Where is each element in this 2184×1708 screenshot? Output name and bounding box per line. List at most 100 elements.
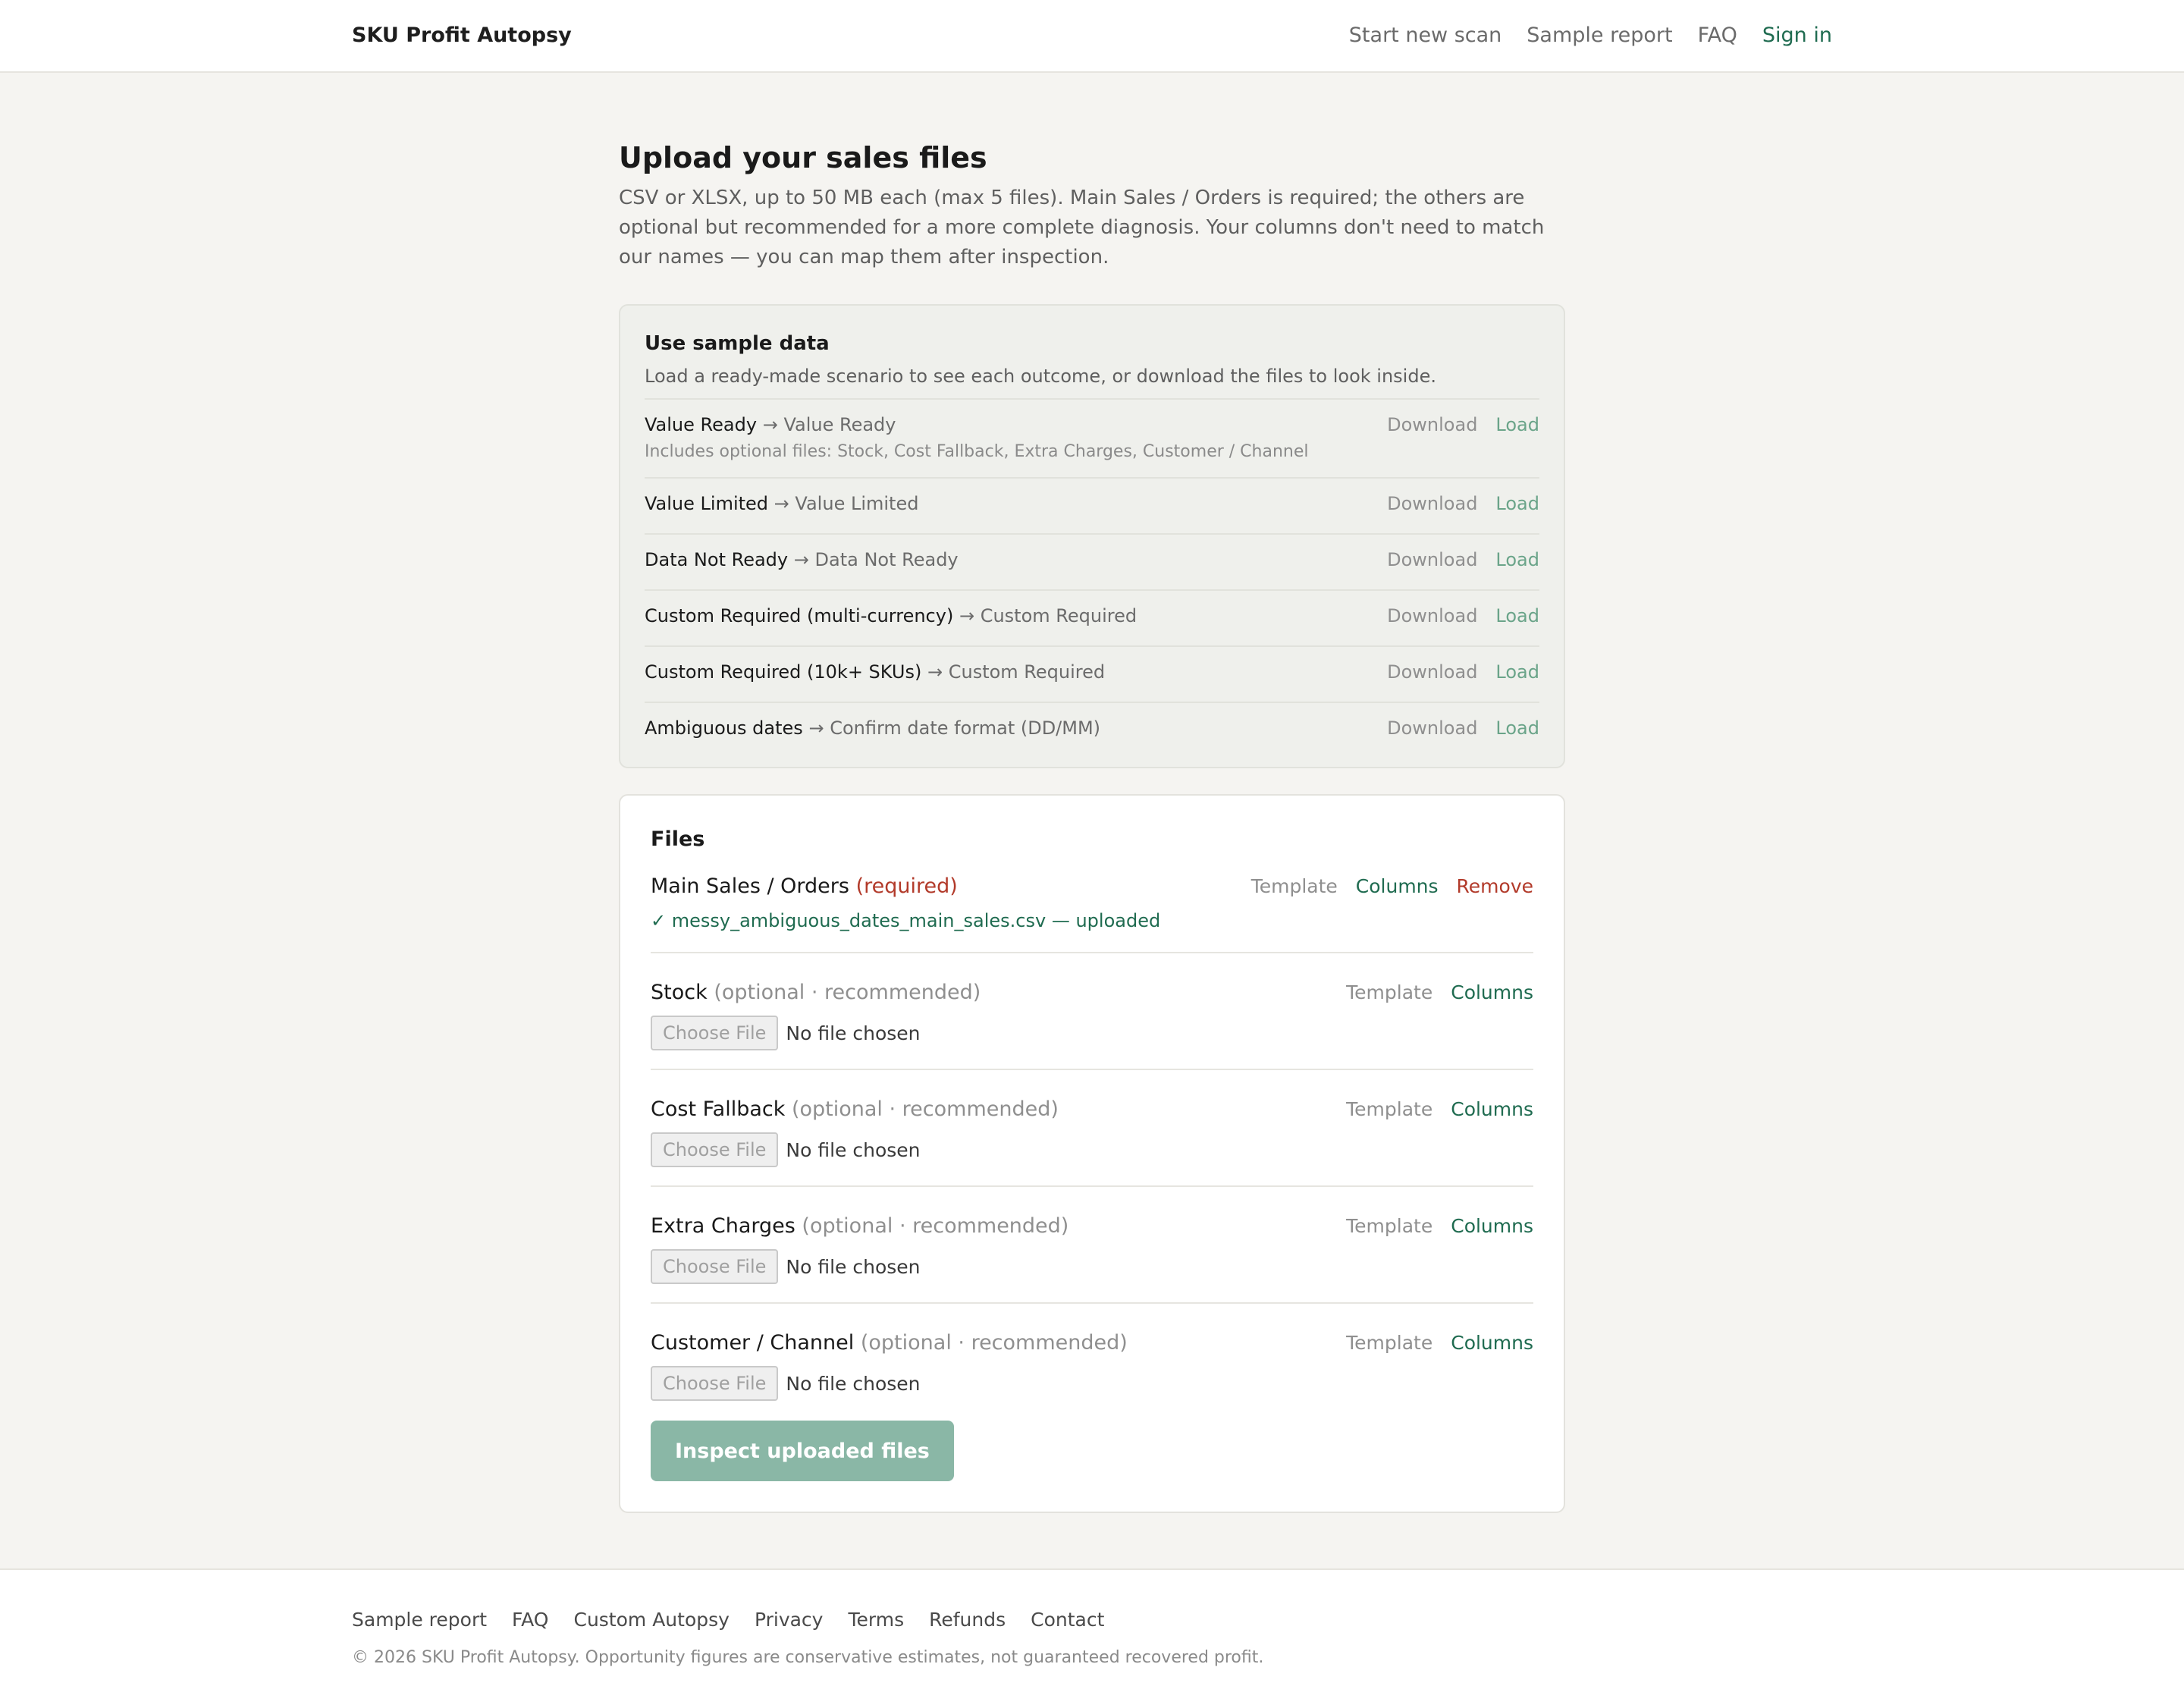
file-row-customer-channel: Customer / Channel (optional · recommend… bbox=[651, 1320, 1533, 1416]
scenario-outcome: Custom Required bbox=[980, 605, 1138, 626]
sign-in-link[interactable]: Sign in bbox=[1762, 21, 1832, 50]
scenario-row: Custom Required (10k+ SKUs) → Custom Req… bbox=[645, 645, 1539, 702]
nav-start-new-scan[interactable]: Start new scan bbox=[1349, 21, 1502, 50]
arrow-icon: → bbox=[808, 717, 824, 739]
file-label: Customer / Channel bbox=[651, 1331, 855, 1355]
top-bar: SKU Profit Autopsy Start new scan Sample… bbox=[0, 0, 2184, 73]
file-row-main-sales: Main Sales / Orders (required) Template … bbox=[651, 865, 1533, 953]
template-link[interactable]: Template bbox=[1346, 1094, 1432, 1125]
footer-link-contact[interactable]: Contact bbox=[1031, 1606, 1104, 1634]
file-label: Cost Fallback bbox=[651, 1097, 786, 1121]
scenario-outcome: Value Ready bbox=[783, 414, 896, 435]
scenario-load-link[interactable]: Load bbox=[1495, 714, 1539, 743]
no-file-text: No file chosen bbox=[786, 1255, 921, 1278]
optional-tag: (optional · recommended) bbox=[791, 1097, 1059, 1121]
file-label: Stock bbox=[651, 981, 708, 1004]
footer-link-custom-autopsy[interactable]: Custom Autopsy bbox=[573, 1606, 729, 1634]
scenario-download-link[interactable]: Download bbox=[1387, 545, 1477, 574]
scenario-row: Ambiguous dates → Confirm date format (D… bbox=[645, 702, 1539, 758]
file-row-cost-fallback: Cost Fallback (optional · recommended) T… bbox=[651, 1087, 1533, 1187]
arrow-icon: → bbox=[793, 549, 809, 570]
top-nav: Start new scan Sample report FAQ Sign in bbox=[1349, 21, 1832, 50]
file-row-stock: Stock (optional · recommended) Template … bbox=[651, 970, 1533, 1070]
footer: Sample report FAQ Custom Autopsy Privacy… bbox=[0, 1568, 2184, 1708]
no-file-text: No file chosen bbox=[786, 1022, 921, 1044]
sample-data-card: Use sample data Load a ready-made scenar… bbox=[619, 304, 1565, 768]
columns-link[interactable]: Columns bbox=[1356, 871, 1439, 902]
arrow-icon: → bbox=[959, 605, 975, 626]
scenario-name: Value Ready bbox=[645, 414, 758, 435]
columns-link[interactable]: Columns bbox=[1451, 1094, 1533, 1125]
scenario-outcome: Value Limited bbox=[795, 493, 919, 514]
nav-faq[interactable]: FAQ bbox=[1698, 21, 1737, 50]
files-card: Files Main Sales / Orders (required) Tem… bbox=[619, 794, 1565, 1513]
scenario-load-link[interactable]: Load bbox=[1495, 489, 1539, 518]
file-label: Extra Charges bbox=[651, 1214, 795, 1238]
choose-file-button[interactable]: Choose File bbox=[651, 1366, 779, 1401]
files-title: Files bbox=[651, 827, 705, 851]
scenario-load-link[interactable]: Load bbox=[1495, 545, 1539, 574]
scenario-name: Ambiguous dates bbox=[645, 717, 803, 739]
optional-tag: (optional · recommended) bbox=[802, 1214, 1069, 1238]
scenario-load-link[interactable]: Load bbox=[1495, 410, 1539, 439]
file-label: Main Sales / Orders bbox=[651, 874, 849, 898]
template-link[interactable]: Template bbox=[1251, 871, 1338, 902]
no-file-text: No file chosen bbox=[786, 1372, 921, 1395]
scenario-row: Value Ready → Value Ready Includes optio… bbox=[645, 398, 1539, 477]
footer-link-privacy[interactable]: Privacy bbox=[755, 1606, 824, 1634]
file-picker: Choose File No file chosen bbox=[651, 1016, 1533, 1050]
scenario-download-link[interactable]: Download bbox=[1387, 410, 1477, 439]
columns-link[interactable]: Columns bbox=[1451, 1328, 1533, 1358]
scenario-load-link[interactable]: Load bbox=[1495, 601, 1539, 630]
inspect-files-button[interactable]: Inspect uploaded files bbox=[651, 1421, 954, 1481]
optional-tag: (optional · recommended) bbox=[860, 1331, 1128, 1355]
footer-link-faq[interactable]: FAQ bbox=[512, 1606, 548, 1634]
columns-link[interactable]: Columns bbox=[1451, 1211, 1533, 1242]
file-picker: Choose File No file chosen bbox=[651, 1366, 1533, 1401]
scenario-download-link[interactable]: Download bbox=[1387, 658, 1477, 686]
uploaded-file-status: ✓ messy_ambiguous_dates_main_sales.csv —… bbox=[651, 910, 1161, 931]
footer-link-refunds[interactable]: Refunds bbox=[929, 1606, 1006, 1634]
required-tag: (required) bbox=[855, 874, 958, 898]
scenario-outcome: Confirm date format (DD/MM) bbox=[830, 717, 1101, 739]
optional-tag: (optional · recommended) bbox=[714, 981, 981, 1004]
scenario-download-link[interactable]: Download bbox=[1387, 489, 1477, 518]
arrow-icon: → bbox=[774, 493, 789, 514]
scenario-row: Value Limited → Value Limited Download L… bbox=[645, 477, 1539, 533]
file-picker: Choose File No file chosen bbox=[651, 1249, 1533, 1284]
sample-data-title: Use sample data bbox=[645, 332, 830, 355]
sample-data-description: Load a ready-made scenario to see each o… bbox=[645, 366, 1436, 387]
page-intro: CSV or XLSX, up to 50 MB each (max 5 fil… bbox=[619, 187, 1545, 268]
scenario-outcome: Custom Required bbox=[948, 661, 1106, 683]
footer-links: Sample report FAQ Custom Autopsy Privacy… bbox=[352, 1606, 1104, 1634]
main-content: Upload your sales files CSV or XLSX, up … bbox=[619, 73, 1565, 1513]
scenario-name: Custom Required (10k+ SKUs) bbox=[645, 661, 922, 683]
nav-sample-report[interactable]: Sample report bbox=[1527, 21, 1672, 50]
choose-file-button[interactable]: Choose File bbox=[651, 1249, 779, 1284]
brand-logo[interactable]: SKU Profit Autopsy bbox=[352, 21, 572, 50]
template-link[interactable]: Template bbox=[1346, 978, 1432, 1008]
scenario-load-link[interactable]: Load bbox=[1495, 658, 1539, 686]
no-file-text: No file chosen bbox=[786, 1138, 921, 1161]
footer-link-sample-report[interactable]: Sample report bbox=[352, 1606, 487, 1634]
scenario-download-link[interactable]: Download bbox=[1387, 601, 1477, 630]
scenario-extra-note: Includes optional files: Stock, Cost Fal… bbox=[645, 442, 1309, 461]
template-link[interactable]: Template bbox=[1346, 1211, 1432, 1242]
file-row-extra-charges: Extra Charges (optional · recommended) T… bbox=[651, 1204, 1533, 1304]
scenario-download-link[interactable]: Download bbox=[1387, 714, 1477, 743]
scenario-name: Value Limited bbox=[645, 493, 769, 514]
file-picker: Choose File No file chosen bbox=[651, 1132, 1533, 1167]
scenario-outcome: Data Not Ready bbox=[814, 549, 959, 570]
columns-link[interactable]: Columns bbox=[1451, 978, 1533, 1008]
remove-link[interactable]: Remove bbox=[1457, 871, 1533, 902]
choose-file-button[interactable]: Choose File bbox=[651, 1132, 779, 1167]
arrow-icon: → bbox=[927, 661, 943, 683]
scenario-row: Data Not Ready → Data Not Ready Download… bbox=[645, 533, 1539, 589]
choose-file-button[interactable]: Choose File bbox=[651, 1016, 779, 1050]
footer-link-terms[interactable]: Terms bbox=[848, 1606, 904, 1634]
template-link[interactable]: Template bbox=[1346, 1328, 1432, 1358]
scenario-row: Custom Required (multi-currency) → Custo… bbox=[645, 589, 1539, 645]
scenario-name: Data Not Ready bbox=[645, 549, 789, 570]
arrow-icon: → bbox=[762, 414, 778, 435]
footer-copyright: © 2026 SKU Profit Autopsy. Opportunity f… bbox=[352, 1648, 1264, 1667]
